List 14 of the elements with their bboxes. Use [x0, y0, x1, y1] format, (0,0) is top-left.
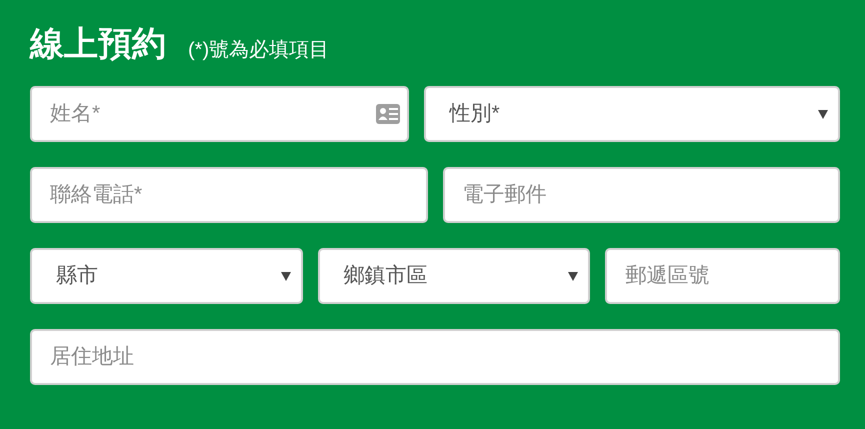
text-field[interactable]: 郵遞區號 [605, 248, 840, 304]
text-field[interactable]: 姓名* [30, 86, 408, 142]
contact-card-icon [376, 104, 400, 124]
dropdown-field[interactable]: 鄉鎮市區 [318, 248, 590, 304]
text-field[interactable]: 聯絡電話* [30, 167, 428, 223]
caret-icon [568, 271, 578, 281]
dropdown-field[interactable]: 性別* [424, 86, 840, 142]
text-field[interactable]: 電子郵件 [442, 167, 840, 223]
dropdown-field[interactable]: 縣市 [30, 248, 303, 304]
form-title: 線上預約 [30, 24, 166, 65]
text-field[interactable]: 居住地址 [30, 329, 840, 385]
caret-icon [280, 271, 291, 281]
required-note: (*)號為必填項目 [188, 38, 330, 63]
caret-icon [818, 109, 828, 119]
